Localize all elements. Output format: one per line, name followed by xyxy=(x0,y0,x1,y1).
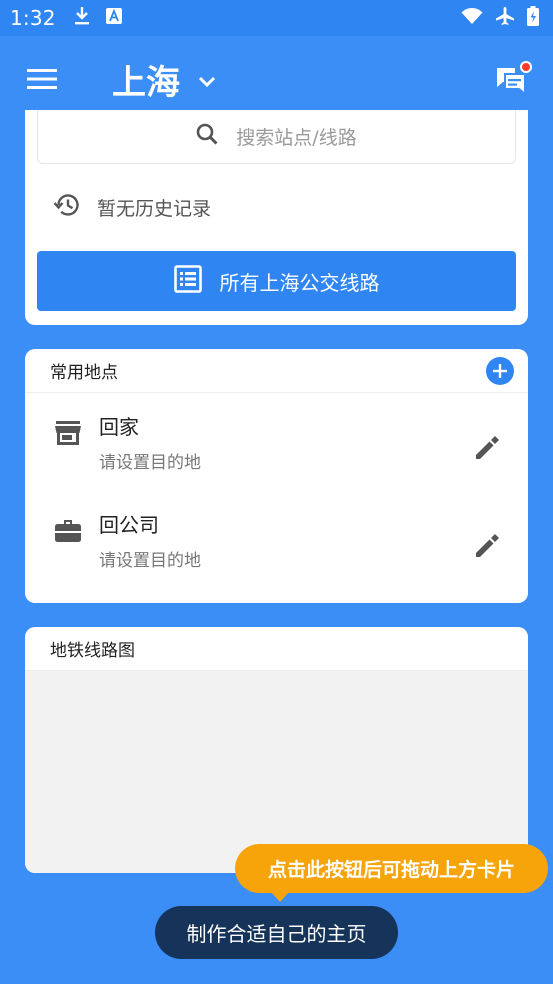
search-placeholder: 搜索站点/线路 xyxy=(236,127,357,149)
search-input[interactable]: 搜索站点/线路 xyxy=(37,110,516,164)
city-selector[interactable]: 上海 xyxy=(112,55,216,104)
airplane-icon xyxy=(495,6,515,30)
menu-button[interactable] xyxy=(20,57,64,101)
all-lines-button[interactable]: 所有上海公交线路 xyxy=(37,251,516,311)
places-header: 常用地点 xyxy=(25,349,528,393)
drag-hint-tooltip: 点击此按钮后可拖动上方卡片 xyxy=(235,844,548,902)
drag-hint-text: 点击此按钮后可拖动上方卡片 xyxy=(267,859,515,881)
place-item-company[interactable]: 回公司 请设置目的地 xyxy=(25,491,528,589)
menu-icon xyxy=(27,69,57,89)
battery-charging-icon xyxy=(527,6,539,30)
add-place-button[interactable] xyxy=(486,356,514,385)
place-name: 回家 xyxy=(99,415,139,439)
status-time: 1:32 xyxy=(10,6,56,30)
search-icon xyxy=(196,123,218,150)
briefcase-icon xyxy=(53,516,83,546)
status-bar: 1:32 xyxy=(0,0,553,36)
messages-button[interactable] xyxy=(489,57,533,101)
customize-home-button[interactable]: 制作合适自己的主页 xyxy=(155,906,398,959)
place-name: 回公司 xyxy=(99,513,159,537)
pencil-icon xyxy=(476,436,499,459)
place-item-home[interactable]: 回家 请设置目的地 xyxy=(25,393,528,491)
history-empty-text: 暂无历史记录 xyxy=(97,198,212,220)
notification-dot xyxy=(520,61,532,73)
pencil-icon xyxy=(476,534,499,557)
list-icon xyxy=(173,264,202,298)
chevron-down-icon xyxy=(198,76,216,88)
customize-home-label: 制作合适自己的主页 xyxy=(186,922,367,946)
edit-home-button[interactable] xyxy=(472,433,502,463)
metro-map-card: 地铁线路图 xyxy=(25,627,528,873)
plus-icon xyxy=(493,363,507,378)
city-name: 上海 xyxy=(112,62,180,103)
history-icon xyxy=(53,192,81,223)
search-card: 搜索站点/线路 暂无历史记录 所有上海公交线路 xyxy=(25,110,528,325)
edit-company-button[interactable] xyxy=(472,531,502,561)
metro-header: 地铁线路图 xyxy=(25,627,528,671)
frequent-places-card: 常用地点 回家 请设置目的地 回公司 请设置目的地 xyxy=(25,349,528,603)
place-subtitle: 请设置目的地 xyxy=(99,453,201,473)
place-subtitle: 请设置目的地 xyxy=(99,551,201,571)
a-text-icon xyxy=(105,8,122,28)
places-title: 常用地点 xyxy=(50,363,118,383)
all-lines-label: 所有上海公交线路 xyxy=(219,270,380,295)
store-icon xyxy=(53,418,83,448)
download-icon xyxy=(74,6,90,30)
metro-title: 地铁线路图 xyxy=(50,641,135,661)
metro-map-area[interactable] xyxy=(25,671,528,873)
history-row: 暂无历史记录 xyxy=(53,192,211,223)
wifi-icon xyxy=(461,7,483,29)
